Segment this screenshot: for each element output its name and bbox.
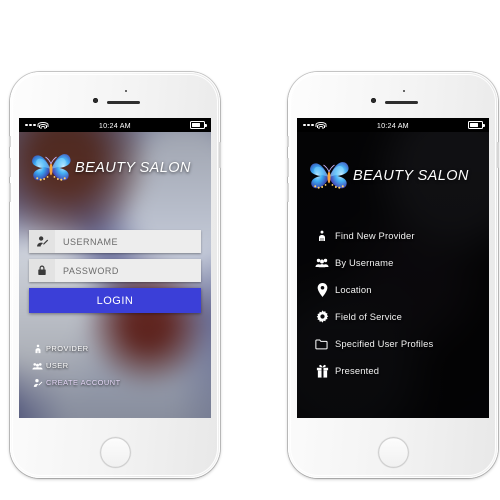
user-edit-icon bbox=[29, 378, 46, 388]
provider-person-icon bbox=[309, 230, 335, 242]
menu-item-label: Find New Provider bbox=[335, 230, 415, 241]
menu-screen: 10:24 AM BEAUTY SALON Find New Provider … bbox=[297, 118, 489, 418]
location-pin-icon bbox=[309, 282, 335, 297]
lock-icon bbox=[29, 259, 55, 282]
battery-icon bbox=[190, 121, 207, 129]
menu-item-field-of-service[interactable]: Field of Service bbox=[309, 303, 485, 330]
username-placeholder: USERNAME bbox=[63, 236, 119, 247]
status-bar-time: 10:24 AM bbox=[98, 120, 131, 130]
silent-switch[interactable] bbox=[287, 136, 289, 147]
volume-up-button[interactable] bbox=[287, 158, 289, 177]
provider-person-icon bbox=[29, 344, 46, 354]
menu-item-by-username[interactable]: By Username bbox=[309, 249, 485, 276]
gift-icon bbox=[309, 364, 335, 378]
earpiece-speaker bbox=[385, 101, 418, 104]
front-camera-icon bbox=[93, 98, 98, 103]
status-bar: 10:24 AM bbox=[19, 118, 211, 132]
home-button[interactable] bbox=[99, 437, 131, 468]
power-button[interactable] bbox=[219, 142, 221, 168]
users-group-icon bbox=[29, 361, 46, 371]
password-placeholder: PASSWORD bbox=[63, 265, 119, 276]
menu-item-label: By Username bbox=[335, 257, 394, 268]
brand-header: BEAUTY SALON bbox=[19, 132, 211, 204]
link-provider[interactable]: PROVIDER bbox=[29, 340, 199, 357]
menu-item-label: Presented bbox=[335, 365, 380, 376]
volume-down-button[interactable] bbox=[287, 183, 289, 202]
silent-switch[interactable] bbox=[9, 136, 11, 147]
login-button[interactable]: LOGIN bbox=[29, 288, 201, 313]
folder-icon bbox=[309, 338, 335, 350]
home-button[interactable] bbox=[377, 437, 409, 468]
link-create-account-label: CREATE ACCOUNT bbox=[46, 378, 121, 387]
mockup-canvas: 10:24 AM BEAUTY SALON USERNAME PASSWORD … bbox=[0, 0, 500, 500]
battery-icon bbox=[468, 121, 485, 129]
login-form: USERNAME PASSWORD LOGIN bbox=[29, 230, 201, 313]
menu-item-presented[interactable]: Presented bbox=[309, 357, 485, 384]
menu-item-specified-user-profiles[interactable]: Specified User Profiles bbox=[309, 330, 485, 357]
menu-item-find-new-provider[interactable]: Find New Provider bbox=[309, 222, 485, 249]
menu-item-label: Location bbox=[335, 284, 372, 295]
menu-item-location[interactable]: Location bbox=[309, 276, 485, 303]
proximity-sensor-icon bbox=[403, 90, 405, 92]
link-create-account[interactable]: CREATE ACCOUNT bbox=[29, 374, 199, 391]
signal-dots-icon bbox=[303, 123, 314, 127]
user-edit-icon bbox=[29, 230, 55, 253]
username-input[interactable]: USERNAME bbox=[29, 230, 201, 253]
menu-item-label: Specified User Profiles bbox=[335, 338, 434, 349]
password-input[interactable]: PASSWORD bbox=[29, 259, 201, 282]
phone-device-login: 10:24 AM BEAUTY SALON USERNAME PASSWORD … bbox=[9, 72, 221, 478]
menu-item-label: Field of Service bbox=[335, 311, 403, 322]
signal-dots-icon bbox=[25, 123, 36, 127]
brand-name: BEAUTY SALON bbox=[75, 160, 191, 176]
menu-list: Find New Provider By Username Location F… bbox=[309, 222, 485, 384]
volume-up-button[interactable] bbox=[9, 158, 11, 177]
volume-down-button[interactable] bbox=[9, 183, 11, 202]
status-bar-time: 10:24 AM bbox=[376, 120, 409, 130]
front-camera-icon bbox=[371, 98, 376, 103]
login-screen: 10:24 AM BEAUTY SALON USERNAME PASSWORD … bbox=[19, 118, 211, 418]
users-group-icon bbox=[309, 257, 335, 268]
phone-device-menu: 10:24 AM BEAUTY SALON Find New Provider … bbox=[287, 72, 499, 478]
power-button[interactable] bbox=[497, 142, 499, 168]
brand-name: BEAUTY SALON bbox=[353, 168, 469, 184]
butterfly-logo-icon bbox=[32, 154, 71, 181]
status-bar: 10:24 AM bbox=[297, 118, 489, 132]
gear-icon bbox=[309, 310, 335, 323]
link-user-label: USER bbox=[46, 361, 69, 370]
butterfly-logo-icon bbox=[310, 162, 349, 189]
earpiece-speaker bbox=[107, 101, 140, 104]
proximity-sensor-icon bbox=[125, 90, 127, 92]
link-user[interactable]: USER bbox=[29, 357, 199, 374]
auth-links: PROVIDER USER CREATE ACCOUNT bbox=[29, 340, 199, 391]
brand-header: BEAUTY SALON bbox=[297, 140, 489, 212]
link-provider-label: PROVIDER bbox=[46, 344, 89, 353]
